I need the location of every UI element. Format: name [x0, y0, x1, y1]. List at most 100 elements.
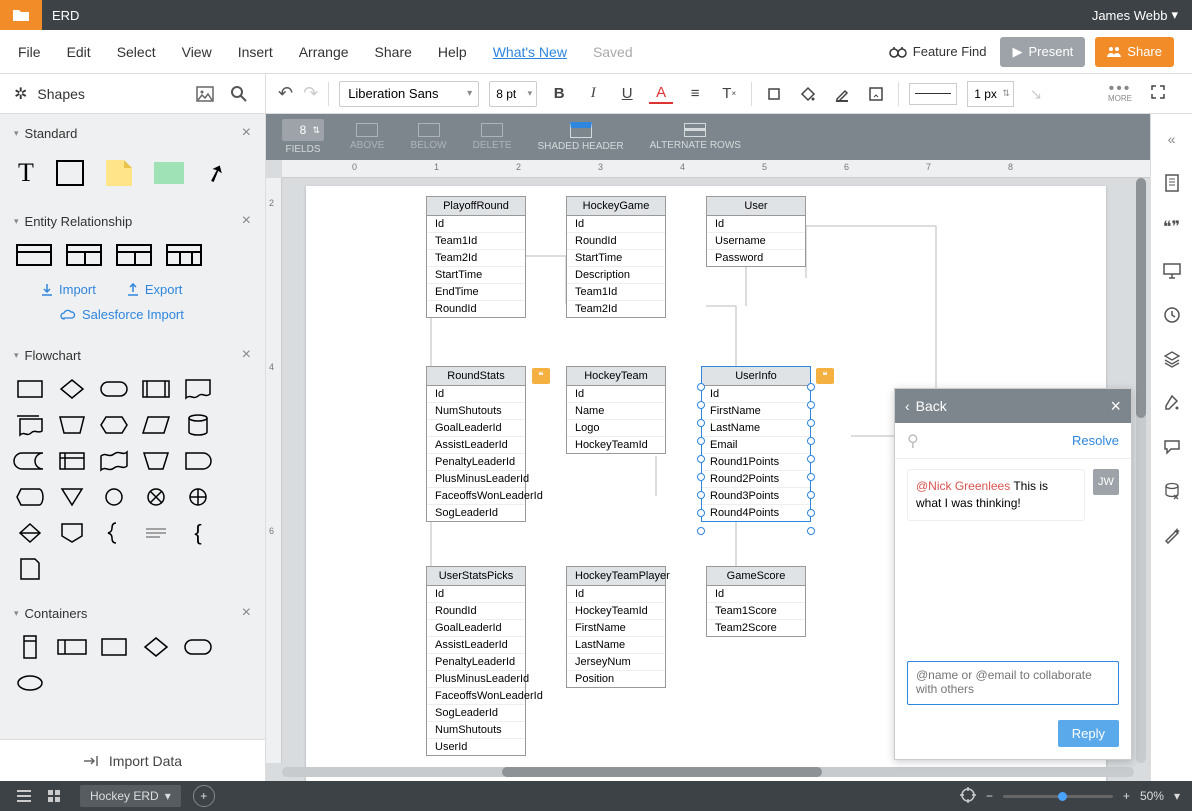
fc-manualop[interactable] — [142, 450, 170, 472]
line-arrow-icon[interactable]: ↘ — [1024, 82, 1048, 106]
arrow-shape[interactable]: ➚ — [202, 156, 231, 190]
note-shape[interactable] — [106, 160, 132, 186]
user-menu[interactable]: James Webb ▾ — [1092, 7, 1192, 23]
menu-help[interactable]: Help — [438, 44, 467, 60]
paint-icon[interactable] — [1161, 392, 1183, 414]
target-icon[interactable] — [960, 787, 976, 806]
close-icon[interactable]: × — [242, 212, 251, 230]
table-userinfo[interactable]: UserInfo Id FirstName LastName Email Rou… — [701, 366, 811, 522]
cont-5[interactable] — [184, 636, 212, 658]
menu-file[interactable]: File — [18, 44, 41, 60]
menu-share[interactable]: Share — [375, 44, 412, 60]
clock-icon[interactable] — [1161, 304, 1183, 326]
er-table-1[interactable] — [16, 244, 52, 266]
comment-badge[interactable]: ❝ — [532, 368, 550, 384]
resolve-link[interactable]: Resolve — [1072, 433, 1119, 448]
cont-3[interactable] — [100, 636, 128, 658]
comments-icon[interactable] — [1161, 436, 1183, 458]
shape-options-icon[interactable] — [864, 82, 888, 106]
list-view-icon[interactable] — [12, 784, 36, 808]
redo-button[interactable]: ↷ — [303, 83, 318, 104]
fc-multidoc[interactable] — [16, 414, 44, 436]
shaded-header-button[interactable]: SHADED HEADER — [538, 122, 624, 152]
fields-stepper[interactable]: 8 FIELDS — [282, 119, 324, 155]
fc-sort[interactable] — [16, 522, 44, 544]
table-user[interactable]: User Id Username Password — [706, 196, 806, 267]
table-hockeyteam[interactable]: HockeyTeam Id Name Logo HockeyTeamId — [566, 366, 666, 454]
font-size-selector[interactable]: 8 pt — [489, 81, 537, 107]
line-width-selector[interactable]: 1 px — [967, 81, 1014, 107]
fc-tape[interactable] — [100, 450, 128, 472]
fc-connector[interactable] — [100, 486, 128, 508]
fc-display[interactable] — [16, 486, 44, 508]
share-button[interactable]: Share — [1095, 37, 1174, 67]
section-containers[interactable]: Containers× — [0, 594, 265, 632]
zoom-slider[interactable] — [1003, 795, 1113, 798]
border-color-icon[interactable] — [830, 82, 854, 106]
add-above-button[interactable]: ABOVE — [350, 123, 384, 151]
export-link[interactable]: Export — [126, 282, 183, 297]
image-icon[interactable] — [193, 82, 217, 106]
close-panel-icon[interactable]: × — [1110, 396, 1121, 417]
fc-terminator[interactable] — [100, 378, 128, 400]
align-button[interactable]: ≡ — [683, 82, 707, 106]
fc-brace[interactable] — [100, 522, 128, 544]
crop-icon[interactable] — [762, 82, 786, 106]
section-flowchart[interactable]: Flowchart× — [0, 336, 265, 374]
fc-cylinder[interactable] — [184, 414, 212, 436]
italic-button[interactable]: I — [581, 82, 605, 106]
fc-para[interactable] — [142, 414, 170, 436]
fc-offpage[interactable] — [58, 522, 86, 544]
pin-icon[interactable]: ⚲ — [907, 431, 919, 451]
fullscreen-icon[interactable] — [1150, 84, 1170, 104]
text-format-button[interactable]: T× — [717, 82, 741, 106]
cont-1[interactable] — [16, 636, 44, 658]
back-button[interactable]: ‹Back — [905, 398, 947, 414]
fc-rect[interactable] — [16, 378, 44, 400]
fc-sumjunc[interactable] — [142, 486, 170, 508]
text-color-button[interactable]: A — [649, 84, 673, 104]
zoom-level[interactable]: 50% — [1140, 789, 1164, 803]
horizontal-scrollbar[interactable] — [282, 767, 1134, 777]
cont-4[interactable] — [142, 636, 170, 658]
feature-find[interactable]: Feature Find — [889, 44, 987, 59]
menu-edit[interactable]: Edit — [67, 44, 91, 60]
zoom-in-button[interactable]: + — [1123, 789, 1130, 803]
fc-delay[interactable] — [184, 450, 212, 472]
zoom-out-button[interactable]: − — [986, 789, 993, 803]
section-standard[interactable]: Standard× — [0, 114, 265, 152]
line-style-selector[interactable] — [909, 83, 957, 105]
cont-2[interactable] — [58, 636, 86, 658]
data-icon[interactable] — [1161, 480, 1183, 502]
fc-predef[interactable] — [142, 378, 170, 400]
text-shape[interactable]: T — [18, 158, 34, 188]
comment-input[interactable] — [907, 661, 1119, 705]
gear-icon[interactable]: ✲ — [14, 84, 27, 104]
reply-button[interactable]: Reply — [1058, 720, 1119, 747]
fc-or[interactable] — [184, 486, 212, 508]
fc-hex[interactable] — [100, 414, 128, 436]
menu-insert[interactable]: Insert — [238, 44, 273, 60]
whats-new-link[interactable]: What's New — [493, 44, 567, 60]
table-userstatspicks[interactable]: UserStatsPicks Id RoundId GoalLeaderId A… — [426, 566, 526, 756]
page-icon[interactable] — [1161, 172, 1183, 194]
section-er[interactable]: Entity Relationship× — [0, 202, 265, 240]
grid-view-icon[interactable] — [42, 784, 66, 808]
close-icon[interactable]: × — [242, 604, 251, 622]
fc-internal[interactable] — [58, 450, 86, 472]
fill-icon[interactable] — [796, 82, 820, 106]
add-below-button[interactable]: BELOW — [410, 123, 446, 151]
fc-annotation[interactable] — [142, 522, 170, 544]
table-hockeyteamplayer[interactable]: HockeyTeamPlayer Id HockeyTeamId FirstNa… — [566, 566, 666, 688]
import-link[interactable]: Import — [40, 282, 96, 297]
menu-arrange[interactable]: Arrange — [299, 44, 349, 60]
cont-6[interactable] — [16, 672, 44, 694]
er-table-4[interactable] — [166, 244, 202, 266]
fc-merge[interactable] — [58, 486, 86, 508]
more-button[interactable]: ••• MORE — [1108, 84, 1132, 103]
fc-storeddata[interactable] — [16, 450, 44, 472]
page-tab[interactable]: Hockey ERD▾ — [80, 785, 181, 807]
font-selector[interactable]: Liberation Sans — [339, 81, 479, 107]
fc-card[interactable] — [16, 558, 44, 580]
rectangle-shape[interactable] — [56, 160, 84, 186]
